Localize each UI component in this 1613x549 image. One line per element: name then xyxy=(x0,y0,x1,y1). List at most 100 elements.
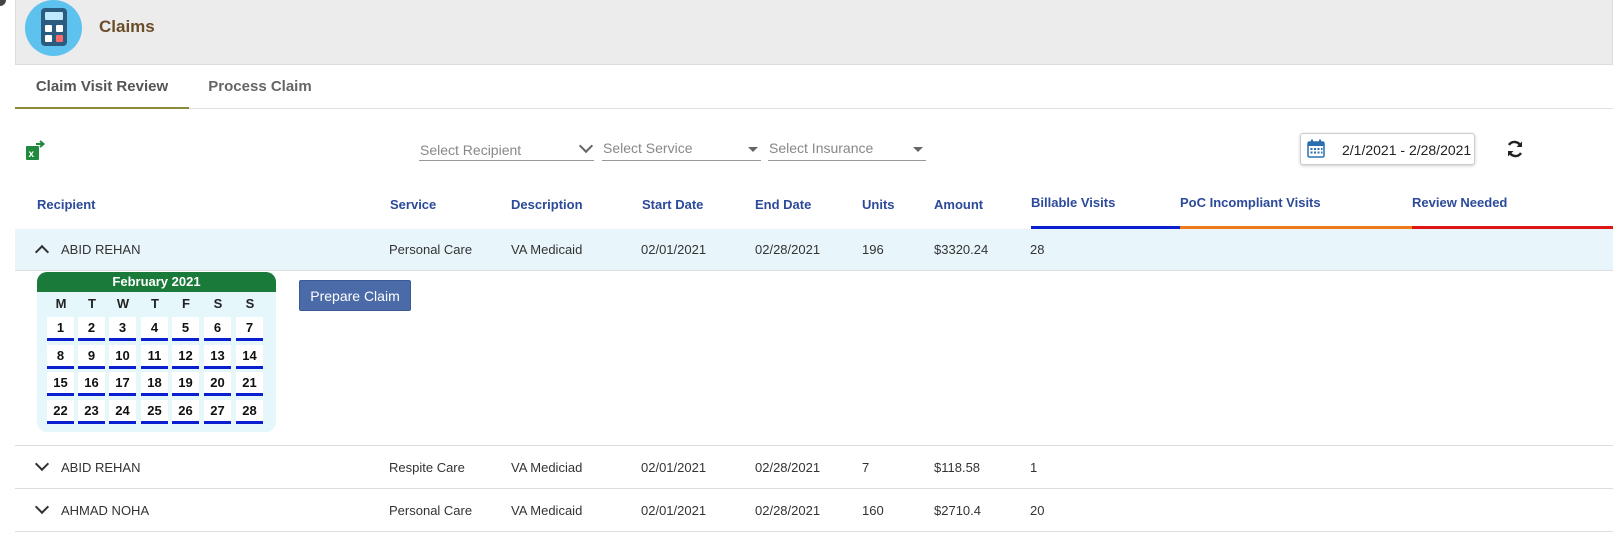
calendar-day[interactable]: 4 xyxy=(141,317,168,341)
service-select-placeholder: Select Service xyxy=(603,140,693,156)
insurance-select[interactable]: Select Insurance xyxy=(768,137,926,161)
cell-amount: $3320.24 xyxy=(934,242,989,257)
column-header-end-date[interactable]: End Date xyxy=(755,197,811,212)
calendar-day[interactable]: 1 xyxy=(47,317,74,341)
column-header-billable-visits[interactable]: Billable Visits xyxy=(1031,195,1115,210)
prepare-claim-button[interactable]: Prepare Claim xyxy=(299,280,411,311)
cell-recipient: AHMAD NOHA xyxy=(61,503,150,518)
service-select[interactable]: Select Service xyxy=(602,137,761,161)
calendar-day[interactable]: 6 xyxy=(204,317,231,341)
date-range-picker[interactable]: 2/1/2021 - 2/28/2021 xyxy=(1300,133,1475,165)
cell-billable-visits: 28 xyxy=(1030,242,1045,257)
table-row[interactable]: ABID REHAN Personal Care VA Medicaid 02/… xyxy=(15,229,1613,271)
cell-service: Respite Care xyxy=(389,460,465,475)
calendar-weekday: F xyxy=(182,296,190,311)
column-header-description[interactable]: Description xyxy=(511,197,583,212)
window-corner xyxy=(0,0,6,6)
calendar-day[interactable]: 16 xyxy=(78,372,105,396)
calculator-icon xyxy=(25,0,82,56)
calendar-day[interactable]: 7 xyxy=(236,317,263,341)
cell-start-date: 02/01/2021 xyxy=(641,242,707,257)
cell-start-date: 02/01/2021 xyxy=(641,460,707,475)
cell-recipient: ABID REHAN xyxy=(61,242,141,257)
calendar-icon xyxy=(1307,139,1325,158)
excel-export-icon[interactable]: x xyxy=(24,138,46,162)
cell-service: Personal Care xyxy=(389,503,473,518)
cell-start-date: 02/01/2021 xyxy=(641,503,707,518)
calendar-day[interactable]: 19 xyxy=(172,372,199,396)
calendar-day[interactable]: 2 xyxy=(78,317,105,341)
calendar-day[interactable]: 17 xyxy=(109,372,136,396)
calendar-day[interactable]: 28 xyxy=(236,400,263,424)
visit-calendar: February 2021 M T W T F S S 1 2 3 4 5 6 7 8 9 10 11 12 13 14… xyxy=(37,272,276,432)
cell-end-date: 02/28/2021 xyxy=(755,460,821,475)
calendar-day[interactable]: 5 xyxy=(172,317,199,341)
cell-end-date: 02/28/2021 xyxy=(755,503,821,518)
column-header-recipient[interactable]: Recipient xyxy=(37,197,96,212)
svg-text:x: x xyxy=(29,149,35,160)
column-header-amount[interactable]: Amount xyxy=(934,197,983,212)
calendar-day[interactable]: 20 xyxy=(204,372,231,396)
date-range-value: 2/1/2021 - 2/28/2021 xyxy=(1342,142,1472,158)
cell-recipient: ABID REHAN xyxy=(61,460,141,475)
cell-units: 196 xyxy=(862,242,884,257)
calendar-weekday: W xyxy=(116,296,130,311)
page-header: Claims xyxy=(15,0,1613,65)
calendar-weekday: T xyxy=(151,296,159,311)
cell-units: 160 xyxy=(862,503,884,518)
caret-down-icon xyxy=(913,147,923,152)
column-header-review-needed[interactable]: Review Needed xyxy=(1412,195,1507,210)
page-title: Claims xyxy=(99,17,155,36)
calendar-day[interactable]: 3 xyxy=(109,317,136,341)
calendar-day[interactable]: 14 xyxy=(236,345,263,369)
recipient-select-placeholder: Select Recipient xyxy=(420,142,522,158)
calendar-day[interactable]: 24 xyxy=(109,400,136,424)
calendar-day[interactable]: 8 xyxy=(47,345,74,369)
column-header-service[interactable]: Service xyxy=(390,197,436,212)
chevron-up-icon[interactable] xyxy=(34,244,50,260)
cell-amount: $2710.4 xyxy=(934,503,981,518)
cell-billable-visits: 20 xyxy=(1030,503,1045,518)
calendar-day[interactable]: 26 xyxy=(172,400,199,424)
recipient-select[interactable]: Select Recipient xyxy=(419,136,594,161)
chevron-down-icon xyxy=(578,138,594,154)
tab-claim-visit-review[interactable]: Claim Visit Review xyxy=(15,66,189,109)
calendar-weekday: S xyxy=(245,296,255,311)
calendar-day[interactable]: 25 xyxy=(141,400,168,424)
calendar-day[interactable]: 18 xyxy=(141,372,168,396)
calendar-month-title: February 2021 xyxy=(37,272,276,292)
calendar-day[interactable]: 10 xyxy=(109,345,136,369)
cell-description: VA Medicaid xyxy=(511,242,583,257)
calendar-day[interactable]: 27 xyxy=(204,400,231,424)
cell-amount: $118.58 xyxy=(934,460,981,475)
calendar-day[interactable]: 21 xyxy=(236,372,263,396)
calendar-weekday: M xyxy=(55,296,67,311)
caret-down-icon xyxy=(748,147,758,152)
insurance-select-placeholder: Select Insurance xyxy=(769,140,874,156)
column-header-start-date[interactable]: Start Date xyxy=(642,197,703,212)
calendar-day[interactable]: 12 xyxy=(172,345,199,369)
cell-description: VA Mediciad xyxy=(511,460,583,475)
row-detail-panel: February 2021 M T W T F S S 1 2 3 4 5 6 7 8 9 10 11 12 13 14… xyxy=(15,271,1613,446)
tab-bar: Claim Visit Review Process Claim xyxy=(15,66,1613,109)
calendar-day[interactable]: 13 xyxy=(204,345,231,369)
table-row[interactable]: ABID REHAN Respite Care VA Mediciad 02/0… xyxy=(15,446,1613,489)
calendar-day[interactable]: 15 xyxy=(47,372,74,396)
chevron-down-icon[interactable] xyxy=(34,499,50,515)
column-header-units[interactable]: Units xyxy=(862,197,895,212)
calendar-day[interactable]: 22 xyxy=(47,400,74,424)
column-header-poc-incompliant-visits[interactable]: PoC Incompliant Visits xyxy=(1180,195,1321,210)
table-row[interactable]: AHMAD NOHA Personal Care VA Medicaid 02/… xyxy=(15,489,1613,532)
cell-service: Personal Care xyxy=(389,242,473,257)
calendar-weekday: S xyxy=(213,296,223,311)
cell-billable-visits: 1 xyxy=(1030,460,1038,475)
chevron-down-icon[interactable] xyxy=(34,456,50,472)
calendar-day[interactable]: 23 xyxy=(78,400,105,424)
cell-description: VA Medicaid xyxy=(511,503,583,518)
tab-process-claim[interactable]: Process Claim xyxy=(193,66,327,107)
calendar-day[interactable]: 11 xyxy=(141,345,168,369)
calendar-day[interactable]: 9 xyxy=(78,345,105,369)
calendar-weekday: T xyxy=(88,296,96,311)
cell-end-date: 02/28/2021 xyxy=(755,242,821,257)
refresh-icon[interactable] xyxy=(1505,139,1525,159)
